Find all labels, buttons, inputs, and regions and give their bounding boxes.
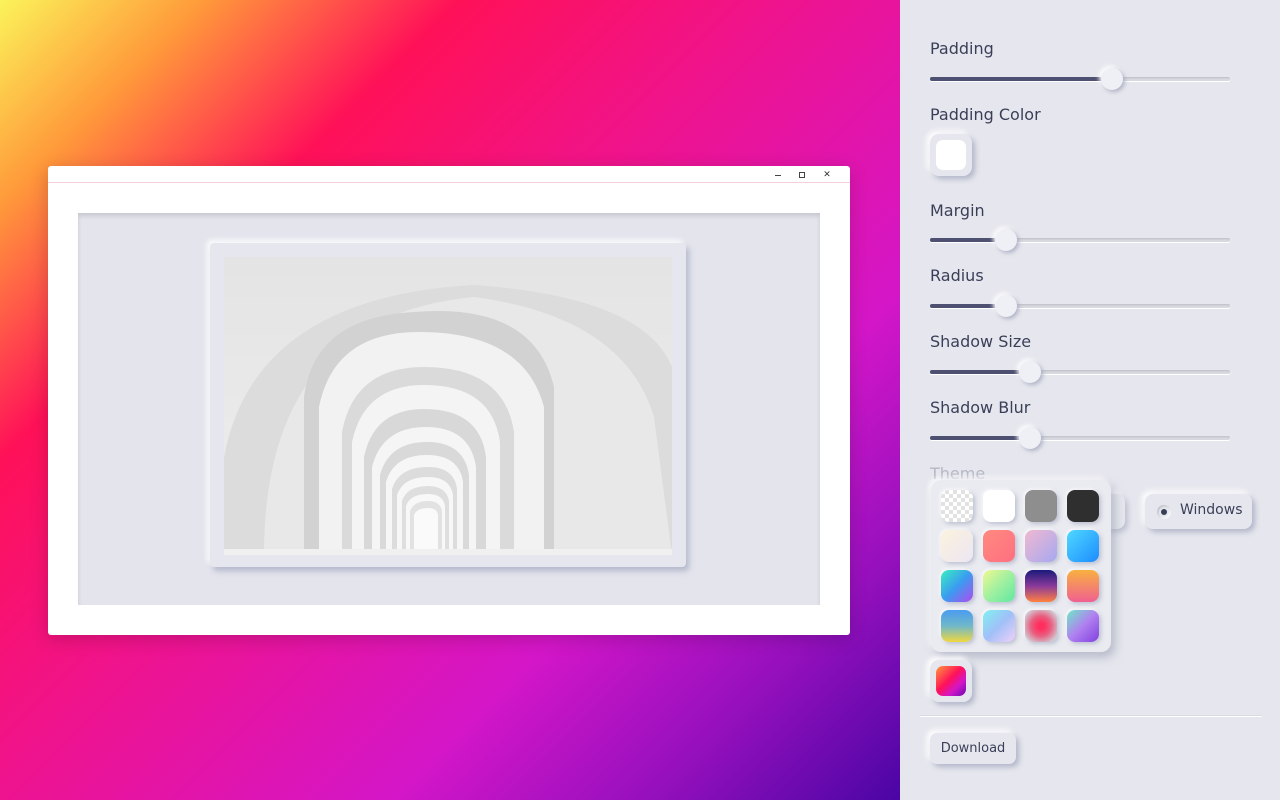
padding-color-swatch (936, 140, 966, 170)
shadow-blur-slider[interactable] (930, 427, 1230, 449)
shadow-blur-label: Shadow Blur (930, 398, 1031, 417)
slider-thumb[interactable] (1101, 68, 1123, 90)
shadow-size-slider[interactable] (930, 361, 1230, 383)
radius-label: Radius (930, 266, 984, 285)
window-content-area (78, 213, 820, 605)
palette-swatch-black[interactable] (1067, 490, 1099, 522)
close-icon: ✕ (823, 169, 831, 180)
palette-swatch-white[interactable] (983, 490, 1015, 522)
slider-thumb[interactable] (995, 229, 1017, 251)
slider-track (930, 436, 1230, 440)
palette-swatch-lime[interactable] (983, 570, 1015, 602)
palette-swatch-night-sunset[interactable] (1025, 570, 1057, 602)
download-button[interactable]: Download (930, 733, 1016, 764)
slider-fill (930, 77, 1112, 81)
palette-swatch-sky-blue[interactable] (1067, 530, 1099, 562)
palette-swatch-blue-yellow[interactable] (941, 610, 973, 642)
minimize-icon (772, 169, 784, 181)
palette-swatch-coral[interactable] (983, 530, 1015, 562)
margin-slider[interactable] (930, 229, 1230, 251)
palette-swatch-teal-violet[interactable] (1067, 610, 1099, 642)
margin-label: Margin (930, 201, 985, 220)
padding-slider[interactable] (930, 68, 1230, 90)
background-picker-button[interactable] (930, 660, 972, 702)
screenshot-frame (210, 243, 686, 567)
palette-swatch-radial-pink[interactable] (1025, 610, 1057, 642)
slider-thumb[interactable] (1019, 361, 1041, 383)
preview-canvas: ✕ (0, 0, 900, 800)
palette-swatch-aqua[interactable] (983, 610, 1015, 642)
palette-swatch-cream[interactable] (941, 530, 973, 562)
theme-option-label: Windows (1180, 502, 1243, 518)
palette-swatch-gray[interactable] (1025, 490, 1057, 522)
preview-window-frame: ✕ (48, 166, 850, 635)
background-palette-popover (931, 480, 1111, 652)
palette-swatch-lavender[interactable] (1025, 530, 1057, 562)
selected-background-swatch (936, 666, 966, 696)
maximize-icon (796, 169, 808, 181)
radio-selected-icon (1157, 505, 1171, 519)
slider-track (930, 238, 1230, 242)
shadow-size-label: Shadow Size (930, 332, 1032, 351)
slider-track (930, 370, 1230, 374)
slider-thumb[interactable] (1019, 427, 1041, 449)
slider-track (930, 77, 1230, 81)
palette-swatch-cyan-purple[interactable] (941, 570, 973, 602)
theme-option-windows[interactable]: Windows (1145, 494, 1252, 529)
radius-slider[interactable] (930, 295, 1230, 317)
slider-fill (930, 370, 1030, 374)
padding-color-picker[interactable] (930, 134, 972, 176)
palette-swatch-transparent[interactable] (941, 490, 973, 522)
panel-divider (920, 716, 1262, 717)
palette-swatch-orange-pink[interactable] (1067, 570, 1099, 602)
arched-corridor-photo (224, 257, 672, 555)
slider-track (930, 304, 1230, 308)
padding-label: Padding (930, 39, 994, 58)
slider-fill (930, 436, 1030, 440)
window-titlebar: ✕ (48, 166, 850, 183)
slider-thumb[interactable] (995, 295, 1017, 317)
padding-color-label: Padding Color (930, 105, 1041, 124)
